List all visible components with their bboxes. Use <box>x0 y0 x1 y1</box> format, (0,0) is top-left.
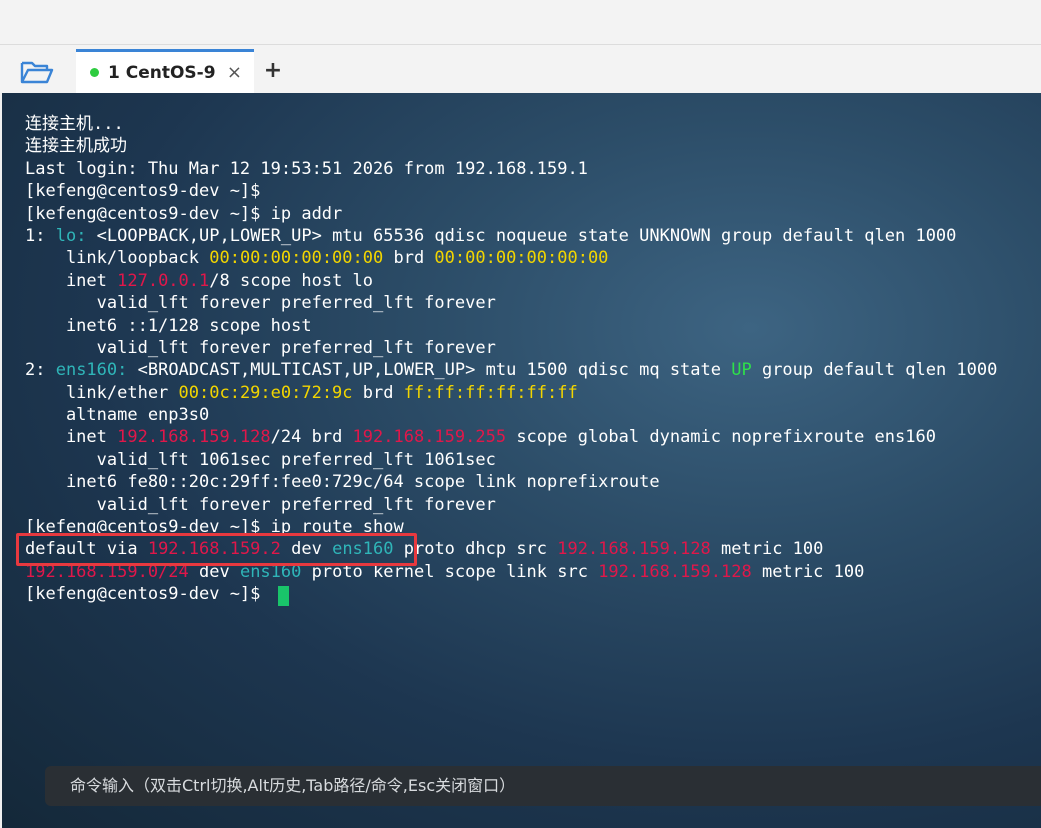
terminal-text: 192.168.159.128 <box>117 427 271 448</box>
terminal-lines: 连接主机... 连接主机成功 Last login: Thu Mar 12 19:5… <box>25 113 997 606</box>
terminal-text: [kefeng@centos9-dev ~]$ <box>25 181 261 202</box>
terminal-line: [kefeng@centos9-dev ~]$ <box>25 180 997 202</box>
terminal-line: 连接主机成功 <box>25 135 997 157</box>
terminal-text: 192.168.159.128 <box>598 561 752 582</box>
terminal-text: lo: <box>55 225 87 246</box>
tab-label: 1 CentOS-9 <box>108 62 216 83</box>
terminal-text: <BROADCAST,MULTICAST,UP,LOWER_UP> mtu 15… <box>127 360 732 381</box>
terminal-text: Last login: Thu Mar 12 19:53:51 2026 fro… <box>25 158 588 179</box>
terminal-line: inet 192.168.159.128/24 brd 192.168.159.… <box>25 426 997 448</box>
terminal-text: 连接主机成功 <box>25 136 127 157</box>
terminal-line: valid_lft 1061sec preferred_lft 1061sec <box>25 449 997 471</box>
tab-centos-9[interactable]: 1 CentOS-9 × <box>76 49 254 93</box>
terminal-text: UP <box>731 360 752 381</box>
terminal-text: 00:00:00:00:00:00 <box>209 248 384 269</box>
terminal-text: 192.168.159.128 <box>557 539 711 560</box>
terminal-cursor <box>278 586 289 606</box>
terminal-text: inet <box>25 427 118 448</box>
terminal-text: 00:00:00:00:00:00 <box>434 248 609 269</box>
terminal-text: link/loopback <box>25 248 210 269</box>
terminal-text: 00:0c:29:e0:72:9c <box>178 382 353 403</box>
terminal-text: proto dhcp src <box>393 539 558 560</box>
command-input-hint: 命令输入（双击Ctrl切换,Alt历史,Tab路径/命令,Esc关闭窗口） <box>70 776 516 795</box>
terminal-text: scope global dynamic noprefixroute ens16… <box>506 427 936 448</box>
terminal-output[interactable]: 连接主机... 连接主机成功 Last login: Thu Mar 12 19:5… <box>2 93 1041 828</box>
terminal-line: inet6 fe80::20c:29ff:fee0:729c/64 scope … <box>25 471 997 493</box>
terminal-text: /8 scope host lo <box>209 270 374 291</box>
terminal-text: inet6 fe80::20c:29ff:fee0:729c/64 scope … <box>25 472 660 493</box>
terminal-text: 连接主机... <box>25 114 124 134</box>
terminal-text: 1: <box>25 225 56 246</box>
terminal-line: valid_lft forever preferred_lft forever <box>25 494 997 516</box>
terminal-text: 192.168.159.255 <box>352 427 507 448</box>
highlight-box <box>16 533 417 566</box>
add-tab-button[interactable]: + <box>261 57 285 85</box>
terminal-text: valid_lft forever preferred_lft forever <box>25 337 496 358</box>
window-top-strip <box>0 0 1041 45</box>
terminal-text: group default qlen 1000 <box>751 360 998 381</box>
terminal-line: altname enp3s0 <box>25 404 997 426</box>
terminal-text: valid_lft 1061sec preferred_lft 1061sec <box>25 449 496 470</box>
terminal-line: inet 127.0.0.1/8 scope host lo <box>25 270 997 292</box>
terminal-text: link/ether <box>25 382 179 403</box>
terminal-text: altname enp3s0 <box>25 405 210 426</box>
terminal-text: [kefeng@centos9-dev ~]$ ip addr <box>25 203 343 224</box>
terminal-text: 2: <box>25 360 56 381</box>
terminal-line: link/ether 00:0c:29:e0:72:9c brd ff:ff:f… <box>25 382 997 404</box>
terminal-text: inet6 ::1/128 scope host <box>25 315 312 336</box>
terminal-line: valid_lft forever preferred_lft forever <box>25 292 997 314</box>
terminal-text: metric 100 <box>710 539 824 560</box>
terminal-line: valid_lft forever preferred_lft forever <box>25 337 997 359</box>
terminal-text: ff:ff:ff:ff:ff:ff <box>403 382 578 403</box>
terminal-text: /24 brd <box>270 427 353 448</box>
terminal-text: 127.0.0.1 <box>117 270 210 291</box>
terminal-text: brd <box>383 248 435 269</box>
close-tab-icon[interactable]: × <box>227 62 242 83</box>
terminal-text: [kefeng@centos9-dev ~]$ <box>25 584 271 605</box>
terminal-text: brd <box>352 382 404 403</box>
tab-bar: 1 CentOS-9 × + <box>0 45 1041 93</box>
terminal-text: valid_lft forever preferred_lft forever <box>25 293 496 314</box>
terminal-line: link/loopback 00:00:00:00:00:00 brd 00:0… <box>25 247 997 269</box>
terminal-text: valid_lft forever preferred_lft forever <box>25 494 496 515</box>
connection-status-icon <box>90 68 99 77</box>
terminal-line: inet6 ::1/128 scope host <box>25 315 997 337</box>
terminal-line: 1: lo: <LOOPBACK,UP,LOWER_UP> mtu 65536 … <box>25 225 997 247</box>
terminal-text: <LOOPBACK,UP,LOWER_UP> mtu 65536 qdisc n… <box>86 225 957 246</box>
command-input-bar[interactable]: 命令输入（双击Ctrl切换,Alt历史,Tab路径/命令,Esc关闭窗口） <box>45 766 1041 806</box>
terminal-text: inet <box>25 270 118 291</box>
terminal-text: ens160: <box>55 360 128 381</box>
terminal-line: [kefeng@centos9-dev ~]$ ip addr <box>25 203 997 225</box>
terminal-line: Last login: Thu Mar 12 19:53:51 2026 fro… <box>25 158 997 180</box>
terminal-line: [kefeng@centos9-dev ~]$ <box>25 583 997 605</box>
terminal-line: 连接主机... <box>25 113 997 135</box>
terminal-line: 2: ens160: <BROADCAST,MULTICAST,UP,LOWER… <box>25 359 997 381</box>
terminal-text: metric 100 <box>751 561 865 582</box>
folder-open-button[interactable] <box>18 57 56 87</box>
folder-open-icon <box>20 61 54 84</box>
